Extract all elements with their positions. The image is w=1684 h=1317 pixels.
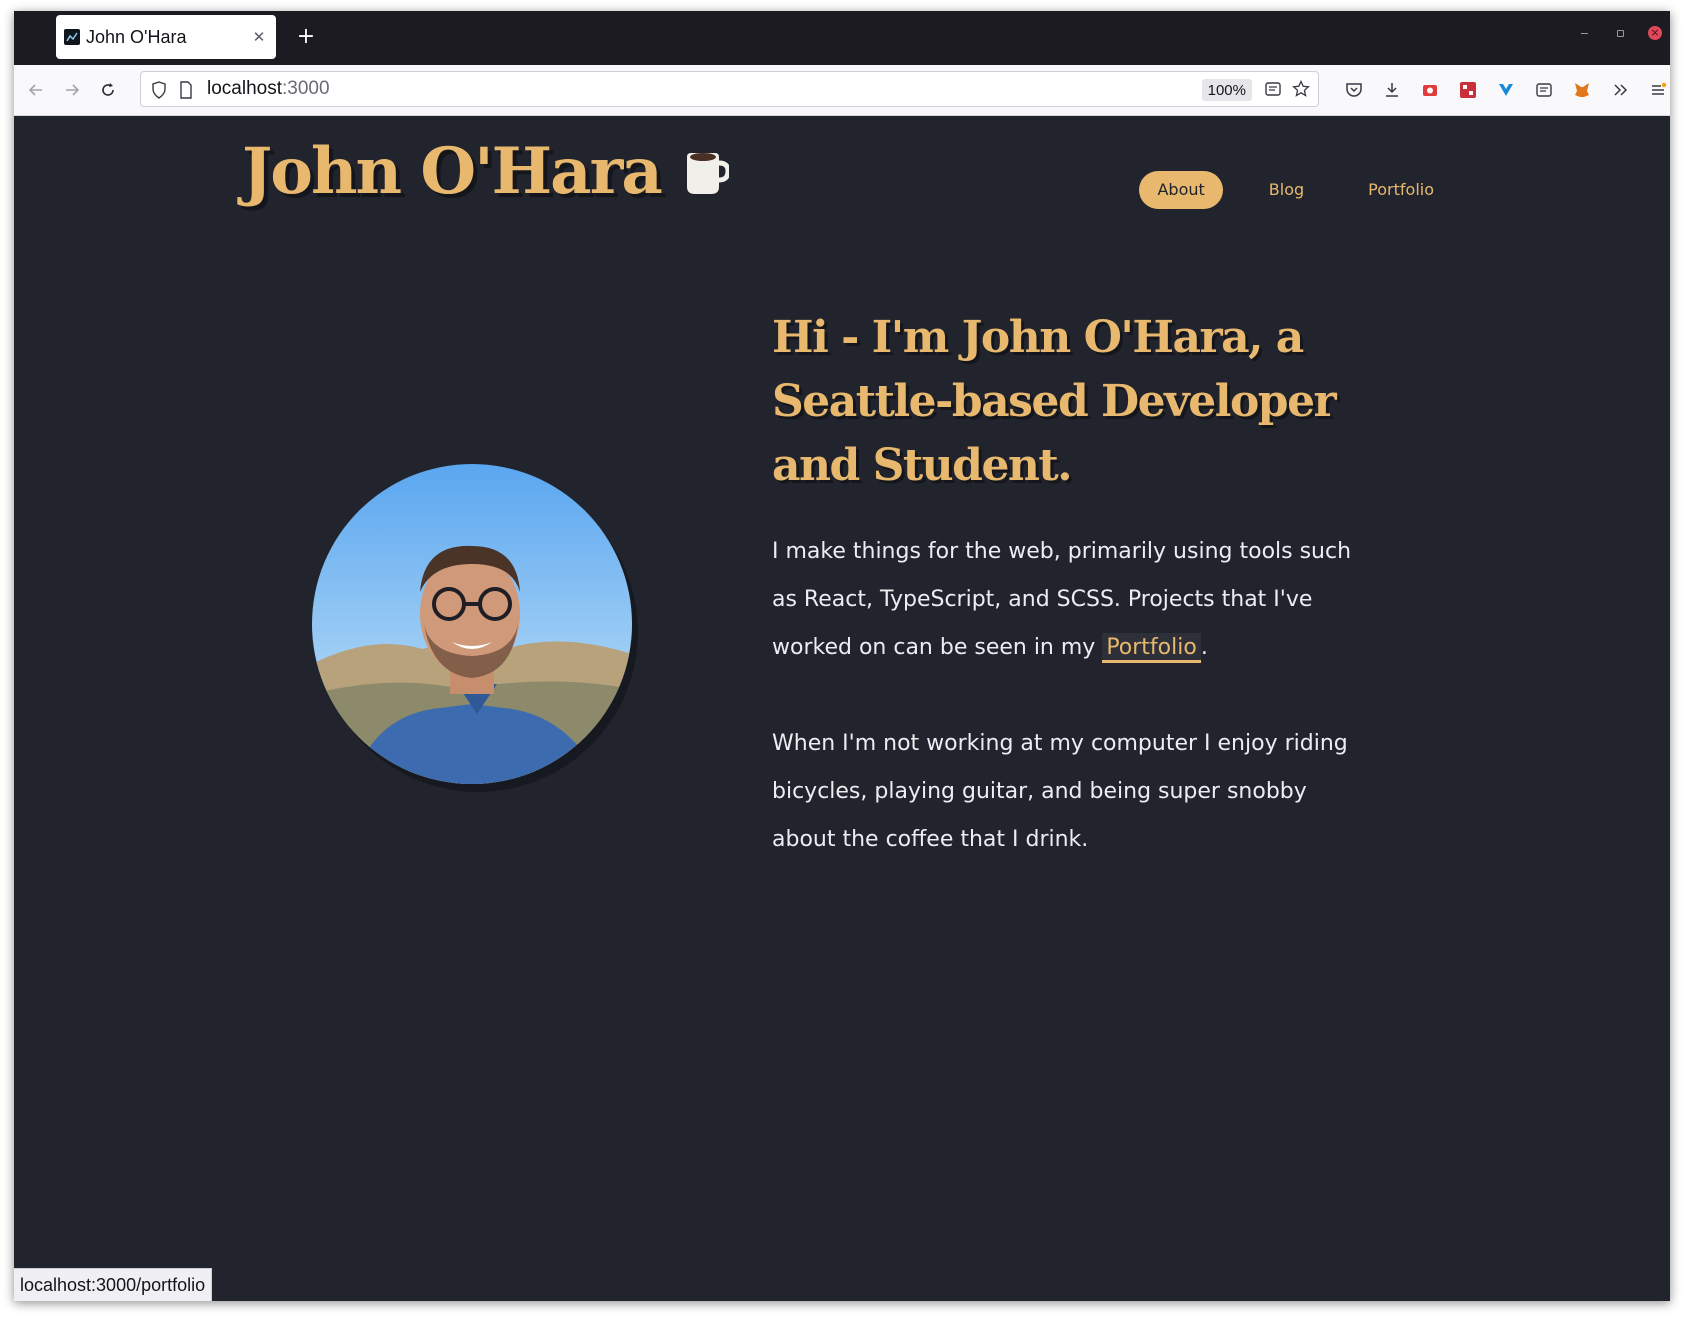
more-tools-chevron-icon[interactable] (1606, 76, 1634, 104)
nav-blog[interactable]: Blog (1251, 171, 1322, 209)
tab-close-icon[interactable]: ✕ (250, 28, 268, 46)
coffee-mug-icon (683, 149, 731, 201)
zoom-level-badge[interactable]: 100% (1201, 79, 1252, 101)
forward-icon[interactable] (58, 76, 86, 104)
color-picker-extension-icon[interactable] (1454, 76, 1482, 104)
intro-period: . (1200, 635, 1208, 660)
browser-tab[interactable]: John O'Hara ✕ (56, 15, 276, 59)
intro-text: I make things for the web, primarily usi… (772, 539, 1352, 660)
tab-title: John O'Hara (86, 26, 187, 47)
toolbar-extensions (1340, 76, 1670, 104)
vue-devtools-icon[interactable] (1492, 76, 1520, 104)
site-logo-link[interactable]: John O'Hara (242, 134, 731, 209)
url-host: localhost (207, 78, 282, 99)
minimize-icon[interactable] (1576, 25, 1592, 41)
link-status-bar: localhost:3000/portfolio (14, 1268, 213, 1301)
tracking-shield-icon[interactable] (151, 81, 167, 103)
app-menu-icon[interactable] (1644, 76, 1670, 104)
reload-icon[interactable] (94, 76, 122, 104)
extension-panel-icon[interactable] (1530, 76, 1558, 104)
site-favicon-icon (64, 29, 80, 45)
browser-window: John O'Hara ✕ + localhost:3000 (14, 11, 1670, 1301)
about-content: Hi - I'm John O'Hara, a Seattle-based De… (772, 306, 1372, 912)
intro-paragraph: I make things for the web, primarily usi… (772, 528, 1372, 672)
new-tab-button[interactable]: + (292, 23, 320, 51)
hobbies-paragraph: When I'm not working at my computer I en… (772, 731, 1348, 852)
page-info-icon[interactable] (179, 81, 193, 103)
profile-photo (312, 464, 632, 784)
window-controls (1576, 25, 1662, 41)
close-window-icon[interactable] (1648, 26, 1662, 40)
portfolio-inline-link[interactable]: Portfolio (1102, 633, 1201, 663)
nav-portfolio[interactable]: Portfolio (1350, 171, 1452, 209)
back-icon[interactable] (22, 76, 50, 104)
web-page: John O'Hara About Blog Portfolio Hi - I'… (14, 116, 1670, 1301)
url-text: localhost:3000 (207, 78, 330, 100)
address-bar[interactable]: localhost:3000 100% (140, 71, 1319, 107)
reader-view-icon[interactable] (1264, 80, 1282, 102)
browser-toolbar: localhost:3000 100% (14, 65, 1670, 116)
bookmark-star-icon[interactable] (1292, 79, 1310, 102)
url-port: :3000 (282, 78, 330, 99)
main-nav: About Blog Portfolio (1139, 171, 1452, 209)
nav-about[interactable]: About (1139, 171, 1223, 209)
screenshot-extension-icon[interactable] (1416, 76, 1444, 104)
download-icon[interactable] (1378, 76, 1406, 104)
metamask-fox-icon[interactable] (1568, 76, 1596, 104)
maximize-icon[interactable] (1612, 25, 1628, 41)
site-logo-text: John O'Hara (242, 134, 663, 209)
page-headline: Hi - I'm John O'Hara, a Seattle-based De… (772, 312, 1337, 491)
tab-strip: John O'Hara ✕ + (14, 11, 1670, 65)
pocket-icon[interactable] (1340, 76, 1368, 104)
